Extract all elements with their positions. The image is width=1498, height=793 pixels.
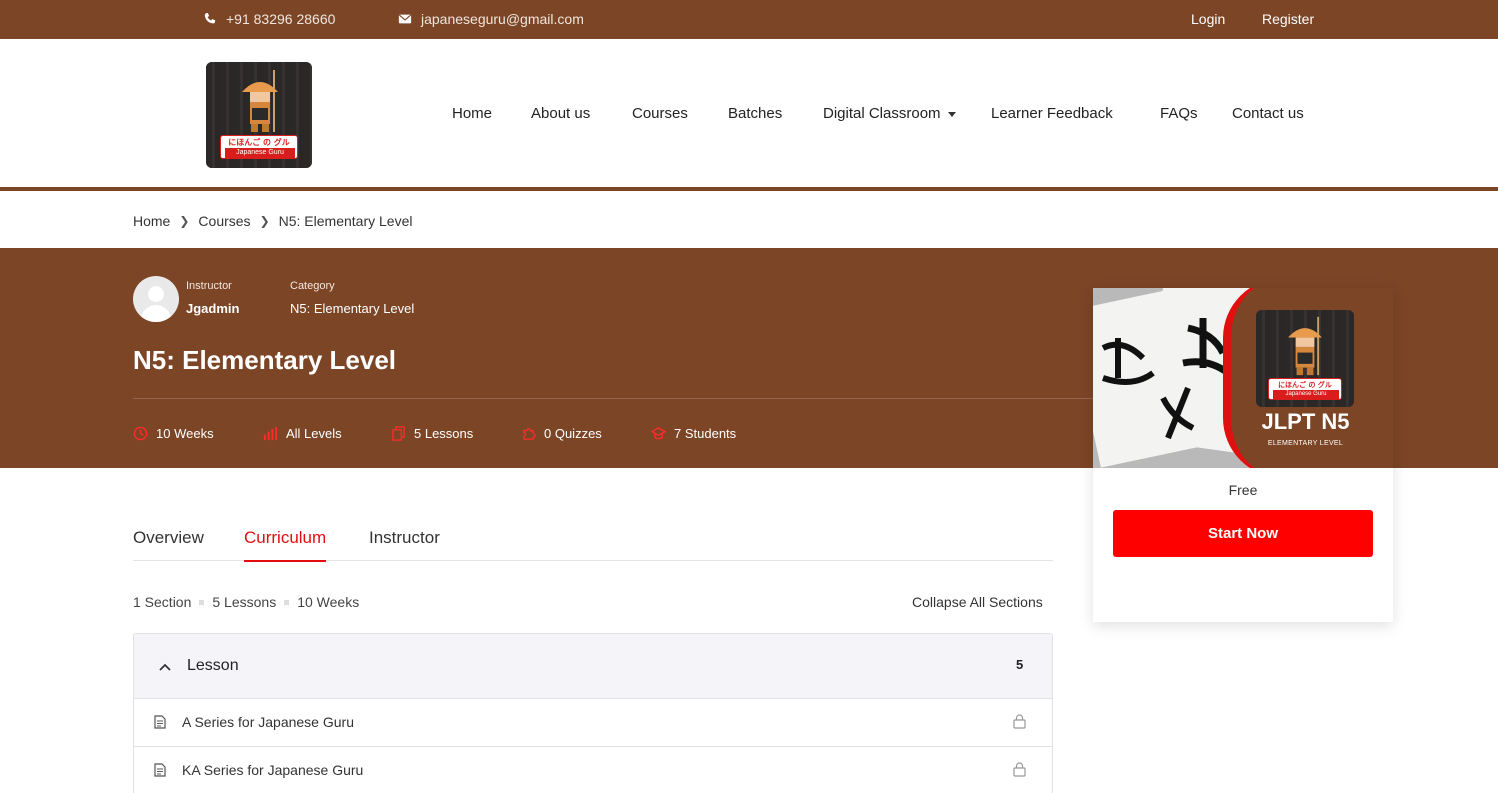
instructor-name[interactable]: Jgadmin (186, 301, 239, 316)
divider (133, 398, 1093, 399)
nav-about[interactable]: About us (531, 105, 590, 122)
phone-number: +91 83296 28660 (226, 11, 336, 27)
card-subtitle: ELEMENTARY LEVEL (1267, 440, 1344, 447)
nav-learner-feedback[interactable]: Learner Feedback (991, 105, 1113, 122)
nav-batches[interactable]: Batches (728, 105, 782, 122)
start-now-button[interactable]: Start Now (1113, 510, 1373, 557)
bar-chart-icon (263, 426, 278, 441)
monk-mascot-icon (242, 70, 278, 132)
nav-home[interactable]: Home (452, 105, 492, 122)
register-link[interactable]: Register (1262, 11, 1314, 27)
section-title: Lesson (187, 657, 239, 674)
logo-english-text: Japanese Guru (225, 148, 295, 158)
chevron-down-icon (947, 111, 956, 117)
lesson-count-text: 5 Lessons (212, 594, 277, 610)
breadcrumb-current: N5: Elementary Level (278, 213, 413, 229)
breadcrumb: Home ❯ Courses ❯ N5: Elementary Level (133, 213, 412, 229)
lesson-item[interactable]: A Series for Japanese Guru (134, 699, 1052, 747)
site-logo[interactable]: にほんご の グル Japanese Guru (206, 62, 312, 168)
calligraphy-icon (1101, 318, 1231, 440)
curriculum-section: Lesson 5 A Series for Japanese Guru KA S… (133, 633, 1053, 793)
nav-faqs[interactable]: FAQs (1160, 105, 1198, 122)
card-logo-english-text: Japanese Guru (1273, 390, 1339, 399)
stat-level: All Levels (263, 426, 342, 441)
course-tabs: Overview Curriculum Instructor (133, 525, 1053, 562)
tab-curriculum[interactable]: Curriculum (244, 528, 327, 562)
lock-icon (1013, 762, 1026, 777)
phone-contact[interactable]: +91 83296 28660 (203, 11, 335, 27)
envelope-icon (398, 14, 412, 24)
stat-duration-text: 10 Weeks (156, 426, 214, 441)
site-header: にほんご の グル Japanese Guru Home About us Co… (0, 39, 1498, 191)
weeks-text: 10 Weeks (297, 594, 360, 610)
category-label: Category (290, 280, 335, 292)
section-header[interactable]: Lesson 5 (134, 634, 1052, 699)
chevron-up-icon[interactable] (158, 660, 172, 674)
email-address: japaneseguru@gmail.com (421, 11, 584, 27)
tab-overview[interactable]: Overview (133, 528, 204, 560)
course-title: N5: Elementary Level (133, 345, 397, 375)
document-icon (154, 715, 166, 729)
stat-level-text: All Levels (286, 426, 342, 441)
lesson-item[interactable]: KA Series for Japanese Guru (134, 747, 1052, 793)
instructor-avatar (133, 276, 179, 322)
nav-contact[interactable]: Contact us (1232, 105, 1304, 122)
copy-icon (392, 426, 405, 441)
section-lesson-count: 5 (1016, 657, 1024, 672)
chevron-right-icon: ❯ (179, 214, 190, 228)
curriculum-summary: 1 Section 5 Lessons 10 Weeks (133, 594, 359, 610)
stat-students-text: 7 Students (674, 426, 737, 441)
nav-digital-classroom[interactable]: Digital Classroom (823, 105, 956, 122)
card-jlpt-title: JLPT N5 (1261, 409, 1350, 434)
logo-label: にほんご の グル Japanese Guru (220, 135, 298, 159)
nav-digital-classroom-label: Digital Classroom (823, 105, 941, 122)
enroll-card: にほんご の グル Japanese Guru JLPT N5 ELEMENTA… (1093, 288, 1393, 622)
breadcrumb-courses[interactable]: Courses (198, 213, 250, 229)
stat-lessons-text: 5 Lessons (414, 426, 474, 441)
category-value[interactable]: N5: Elementary Level (290, 301, 414, 316)
graduation-cap-icon (651, 427, 666, 440)
course-price: Free (1228, 482, 1258, 498)
stat-quizzes-text: 0 Quizzes (544, 426, 602, 441)
monk-mascot-icon (1288, 316, 1322, 376)
clock-icon (133, 426, 148, 441)
phone-icon (204, 12, 216, 24)
document-icon (154, 763, 166, 777)
instructor-label: Instructor (186, 280, 232, 292)
section-count-text: 1 Section (133, 594, 192, 610)
card-logo: にほんご の グル Japanese Guru (1256, 310, 1354, 407)
lock-icon (1013, 714, 1026, 729)
stat-lessons: 5 Lessons (391, 426, 473, 441)
collapse-all-button[interactable]: Collapse All Sections (912, 594, 1043, 610)
puzzle-icon (523, 428, 536, 440)
stat-students: 7 Students (651, 426, 736, 441)
lesson-title: KA Series for Japanese Guru (182, 762, 364, 778)
top-bar: +91 83296 28660 japaneseguru@gmail.com L… (0, 0, 1498, 39)
lesson-title: A Series for Japanese Guru (182, 714, 354, 730)
login-link[interactable]: Login (1191, 11, 1225, 27)
stat-duration: 10 Weeks (133, 426, 214, 441)
tab-instructor[interactable]: Instructor (369, 528, 440, 560)
chevron-right-icon: ❯ (259, 214, 270, 228)
logo-japanese-text: にほんご の グル (228, 138, 290, 147)
course-thumbnail: にほんご の グル Japanese Guru JLPT N5 ELEMENTA… (1093, 288, 1393, 468)
breadcrumb-home[interactable]: Home (133, 213, 170, 229)
nav-courses[interactable]: Courses (632, 105, 688, 122)
card-logo-japanese-text: にほんご の グル (1278, 381, 1332, 389)
stat-quizzes: 0 Quizzes (521, 426, 602, 441)
email-contact[interactable]: japaneseguru@gmail.com (398, 11, 584, 27)
